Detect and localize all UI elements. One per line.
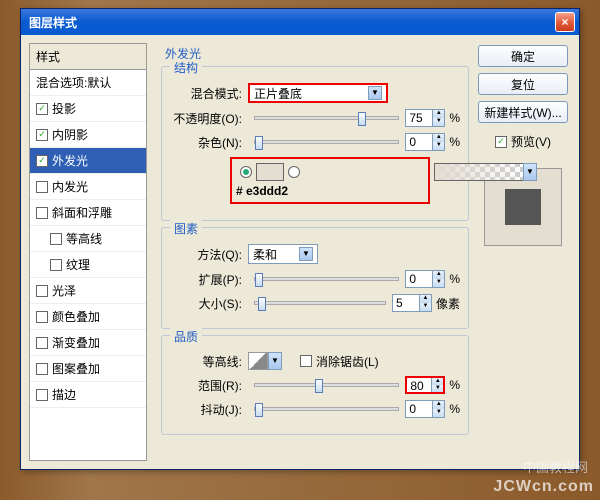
checkbox-icon[interactable] — [36, 363, 48, 375]
preview-label: 预览(V) — [511, 133, 551, 150]
opacity-label: 不透明度(O): — [170, 110, 242, 127]
checkbox-icon[interactable]: ✓ — [36, 129, 48, 141]
jitter-label: 抖动(J): — [170, 401, 242, 418]
new-style-button[interactable]: 新建样式(W)... — [478, 101, 568, 123]
chevron-down-icon[interactable]: ▼ — [268, 352, 282, 370]
style-item-颜色叠加[interactable]: 颜色叠加 — [30, 304, 146, 330]
panel-title: 外发光 — [165, 45, 469, 62]
pattern-group: 图素 方法(Q): 柔和▼ 扩展(P): 0▲▼ % 大小(S): 5▲▼ — [161, 227, 469, 329]
range-label: 范围(R): — [170, 377, 242, 394]
style-item-纹理[interactable]: 纹理 — [30, 252, 146, 278]
size-label: 大小(S): — [170, 295, 242, 312]
options-panel: 外发光 结构 混合模式: 正片叠底▼ 不透明度(O): 75▲▼ % 杂色(N)… — [155, 43, 475, 461]
watermark-url: JCWcn.com — [493, 478, 594, 496]
preview-checkbox[interactable]: ✓ — [495, 136, 507, 148]
jitter-slider[interactable] — [254, 407, 399, 411]
style-item-label: 斜面和浮雕 — [52, 204, 112, 221]
gradient-radio[interactable] — [288, 166, 300, 178]
style-item-图案叠加[interactable]: 图案叠加 — [30, 356, 146, 382]
antialias-label: 消除锯齿(L) — [316, 353, 379, 370]
contour-label: 等高线: — [170, 353, 242, 370]
color-swatch[interactable] — [256, 163, 284, 181]
checkbox-icon[interactable] — [36, 285, 48, 297]
opacity-slider[interactable] — [254, 116, 399, 120]
size-input[interactable]: 5▲▼ — [392, 294, 432, 312]
style-item-label: 颜色叠加 — [52, 308, 100, 325]
checkbox-icon[interactable] — [36, 311, 48, 323]
chevron-down-icon[interactable]: ▼ — [523, 163, 537, 181]
range-input[interactable]: 80▲▼ — [405, 376, 445, 394]
style-item-label: 等高线 — [66, 230, 102, 247]
style-item-内阴影[interactable]: ✓ 内阴影 — [30, 122, 146, 148]
style-item-外发光[interactable]: ✓ 外发光 — [30, 148, 146, 174]
blend-mode-combo[interactable]: 正片叠底▼ — [248, 83, 388, 103]
pattern-legend: 图素 — [170, 220, 202, 237]
style-item-label: 内发光 — [52, 178, 88, 195]
checkbox-icon[interactable] — [50, 233, 62, 245]
reset-button[interactable]: 复位 — [478, 73, 568, 95]
noise-input[interactable]: 0▲▼ — [405, 133, 445, 151]
dialog-title: 图层样式 — [29, 14, 555, 31]
style-item-label: 描边 — [52, 386, 76, 403]
chevron-down-icon: ▼ — [299, 247, 313, 261]
style-item-label: 光泽 — [52, 282, 76, 299]
px-label: 像素 — [436, 295, 460, 312]
style-item-label: 纹理 — [66, 256, 90, 273]
style-item-label: 内阴影 — [52, 126, 88, 143]
styles-list: 样式 混合选项:默认 ✓ 投影 ✓ 内阴影 ✓ 外发光内发光斜面和浮雕等高线纹理光泽颜色叠… — [29, 43, 147, 461]
style-item-渐变叠加[interactable]: 渐变叠加 — [30, 330, 146, 356]
quality-group: 品质 等高线: ▼ 消除锯齿(L) 范围(R): 80▲▼ % 抖动(J): — [161, 335, 469, 435]
spread-slider[interactable] — [254, 277, 399, 281]
color-hex-label: # e3ddd2 — [236, 184, 424, 198]
titlebar[interactable]: 图层样式 × — [21, 9, 579, 35]
style-item-label: 渐变叠加 — [52, 334, 100, 351]
checkbox-icon[interactable] — [36, 389, 48, 401]
style-item-label: 投影 — [52, 100, 76, 117]
checkbox-icon[interactable] — [50, 259, 62, 271]
checkbox-icon[interactable]: ✓ — [36, 155, 48, 167]
spread-label: 扩展(P): — [170, 271, 242, 288]
close-button[interactable]: × — [555, 12, 575, 32]
structure-legend: 结构 — [170, 59, 202, 76]
gradient-swatch[interactable] — [434, 163, 524, 181]
chevron-down-icon: ▼ — [368, 86, 382, 100]
watermark-cn: 中国教程网 — [523, 457, 588, 476]
method-combo[interactable]: 柔和▼ — [248, 244, 318, 264]
style-item-等高线[interactable]: 等高线 — [30, 226, 146, 252]
opacity-input[interactable]: 75▲▼ — [405, 109, 445, 127]
structure-group: 结构 混合模式: 正片叠底▼ 不透明度(O): 75▲▼ % 杂色(N): 0 — [161, 66, 469, 221]
checkbox-icon[interactable] — [36, 181, 48, 193]
blend-options-row[interactable]: 混合选项:默认 — [30, 70, 146, 96]
blend-mode-label: 混合模式: — [170, 85, 242, 102]
contour-picker[interactable] — [248, 352, 268, 370]
spread-input[interactable]: 0▲▼ — [405, 270, 445, 288]
style-item-投影[interactable]: ✓ 投影 — [30, 96, 146, 122]
style-item-label: 图案叠加 — [52, 360, 100, 377]
jitter-input[interactable]: 0▲▼ — [405, 400, 445, 418]
preview-swatch — [505, 189, 541, 225]
ok-button[interactable]: 确定 — [478, 45, 568, 67]
percent-label: % — [449, 111, 460, 125]
color-radio[interactable] — [240, 166, 252, 178]
noise-label: 杂色(N): — [170, 134, 242, 151]
range-slider[interactable] — [254, 383, 399, 387]
antialias-checkbox[interactable] — [300, 355, 312, 367]
styles-header: 样式 — [30, 44, 146, 70]
style-item-光泽[interactable]: 光泽 — [30, 278, 146, 304]
style-item-内发光[interactable]: 内发光 — [30, 174, 146, 200]
style-item-斜面和浮雕[interactable]: 斜面和浮雕 — [30, 200, 146, 226]
style-item-label: 外发光 — [52, 152, 88, 169]
checkbox-icon[interactable] — [36, 207, 48, 219]
checkbox-icon[interactable] — [36, 337, 48, 349]
size-slider[interactable] — [254, 301, 386, 305]
right-panel: 确定 复位 新建样式(W)... ✓ 预览(V) — [475, 43, 571, 461]
method-label: 方法(Q): — [170, 246, 242, 263]
style-item-描边[interactable]: 描边 — [30, 382, 146, 408]
noise-slider[interactable] — [254, 140, 399, 144]
checkbox-icon[interactable]: ✓ — [36, 103, 48, 115]
quality-legend: 品质 — [170, 328, 202, 345]
layer-style-dialog: 图层样式 × 样式 混合选项:默认 ✓ 投影 ✓ 内阴影 ✓ 外发光内发光斜面和浮雕等高线… — [20, 8, 580, 470]
